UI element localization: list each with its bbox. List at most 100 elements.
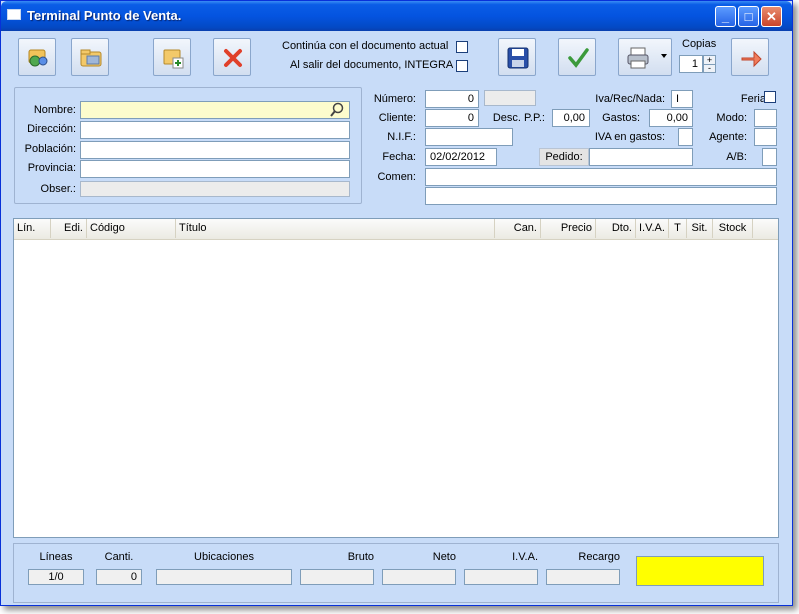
col-codigo[interactable]: Código bbox=[87, 219, 176, 238]
minimize-icon: _ bbox=[721, 9, 730, 24]
print-button[interactable] bbox=[618, 38, 672, 76]
close-button[interactable]: ✕ bbox=[761, 6, 782, 27]
nombre-label: Nombre: bbox=[33, 104, 76, 116]
gastos-field[interactable]: 0,00 bbox=[649, 109, 693, 127]
direccion-label: Dirección: bbox=[27, 123, 76, 135]
poblacion-label: Población: bbox=[24, 143, 76, 155]
direccion-input[interactable] bbox=[80, 121, 350, 139]
col-can[interactable]: Can. bbox=[495, 219, 541, 238]
col-iva[interactable]: I.V.A. bbox=[636, 219, 669, 238]
title-bar[interactable]: Terminal Punto de Venta. _ □ ✕ bbox=[1, 1, 792, 31]
ubicaciones-field bbox=[156, 569, 292, 585]
lineas-field: 1/0 bbox=[28, 569, 84, 585]
folder-icon bbox=[80, 49, 102, 67]
nombre-search-button[interactable] bbox=[329, 102, 349, 118]
nif-field[interactable] bbox=[425, 128, 513, 146]
ab-label: A/B: bbox=[726, 151, 747, 163]
provincia-input[interactable] bbox=[80, 160, 350, 178]
fecha-label: Fecha: bbox=[382, 151, 416, 163]
numero-suffix-field bbox=[484, 90, 536, 106]
iva-gastos-field[interactable] bbox=[678, 128, 693, 146]
fecha-field[interactable]: 02/02/2012 bbox=[425, 148, 497, 166]
search-client-button[interactable] bbox=[18, 38, 56, 76]
col-edi[interactable]: Edi. bbox=[51, 219, 87, 238]
nif-label: N.I.F.: bbox=[387, 131, 416, 143]
iva-label: I.V.A. bbox=[512, 551, 538, 563]
accept-button[interactable] bbox=[558, 38, 596, 76]
pedido-label: Pedido: bbox=[539, 148, 589, 166]
comen-label: Comen: bbox=[377, 171, 416, 183]
print-dropdown-icon[interactable] bbox=[661, 54, 667, 58]
option-integra-checkbox[interactable] bbox=[456, 60, 468, 72]
grid-header: Lín. Edi. Código Título Can. Precio Dto.… bbox=[14, 219, 778, 240]
cliente-label: Cliente: bbox=[378, 112, 416, 124]
agente-field[interactable] bbox=[754, 128, 777, 146]
delete-button[interactable] bbox=[213, 38, 251, 76]
save-icon bbox=[507, 47, 529, 69]
bruto-label: Bruto bbox=[347, 551, 374, 563]
accept-check-icon bbox=[568, 48, 589, 68]
col-precio[interactable]: Precio bbox=[541, 219, 596, 238]
cliente-field[interactable]: 0 bbox=[425, 109, 479, 127]
option-continue-label: Continúa con el documento actual bbox=[282, 40, 449, 52]
col-titulo[interactable]: Título bbox=[176, 219, 495, 238]
recargo-label: Recargo bbox=[578, 551, 620, 563]
totals-panel: Líneas 1/0 Canti. 0 Ubicaciones Bruto Ne… bbox=[13, 543, 779, 603]
delete-icon bbox=[224, 49, 242, 67]
iva-rec-field[interactable]: I bbox=[671, 90, 693, 108]
customer-panel: Nombre: Dirección: Población: Provincia:… bbox=[14, 87, 362, 204]
copies-field[interactable]: 1 bbox=[679, 55, 703, 73]
provincia-label: Provincia: bbox=[27, 162, 76, 174]
col-filler bbox=[753, 219, 778, 238]
option-integra-label: Al salir del documento, INTEGRA bbox=[290, 59, 454, 71]
comen-field-1[interactable] bbox=[425, 168, 777, 186]
feria-checkbox[interactable] bbox=[764, 91, 776, 103]
modo-label: Modo: bbox=[716, 112, 747, 124]
bruto-field bbox=[300, 569, 374, 585]
col-stock[interactable]: Stock bbox=[713, 219, 753, 238]
col-t[interactable]: T bbox=[669, 219, 687, 238]
minimize-button[interactable]: _ bbox=[715, 6, 736, 27]
lines-grid[interactable]: Lín. Edi. Código Título Can. Precio Dto.… bbox=[13, 218, 779, 538]
new-document-button[interactable] bbox=[153, 38, 191, 76]
comen-field-2[interactable] bbox=[425, 187, 777, 205]
gastos-label: Gastos: bbox=[602, 112, 640, 124]
lineas-label: Líneas bbox=[39, 551, 73, 563]
client-area: Continúa con el documento actual Al sali… bbox=[4, 31, 789, 603]
col-lin[interactable]: Lín. bbox=[14, 219, 51, 238]
neto-label: Neto bbox=[432, 551, 456, 563]
ubicaciones-label: Ubicaciones bbox=[194, 551, 254, 563]
option-continue-checkbox[interactable] bbox=[456, 41, 468, 53]
modo-field[interactable] bbox=[754, 109, 777, 127]
window-title: Terminal Punto de Venta. bbox=[27, 8, 182, 23]
iva-rec-label: Iva/Rec/Nada: bbox=[595, 93, 665, 105]
copies-label: Copias bbox=[682, 38, 717, 50]
iva-field bbox=[464, 569, 538, 585]
save-button[interactable] bbox=[498, 38, 536, 76]
obser-label: Obser.: bbox=[40, 183, 76, 195]
copies-stepper[interactable]: + - bbox=[703, 55, 716, 73]
obser-input[interactable] bbox=[80, 181, 350, 197]
col-dto[interactable]: Dto. bbox=[596, 219, 636, 238]
col-sit[interactable]: Sit. bbox=[687, 219, 713, 238]
pedido-field[interactable] bbox=[589, 148, 693, 166]
desc-pp-field[interactable]: 0,00 bbox=[552, 109, 590, 127]
exit-button[interactable] bbox=[731, 38, 769, 76]
exit-arrow-icon bbox=[741, 50, 762, 68]
ab-field[interactable] bbox=[762, 148, 777, 166]
new-document-icon bbox=[163, 49, 184, 69]
main-window: Terminal Punto de Venta. _ □ ✕ Continúa … bbox=[0, 0, 793, 606]
canti-label: Canti. bbox=[104, 551, 134, 563]
maximize-button[interactable]: □ bbox=[738, 6, 759, 27]
recargo-field bbox=[546, 569, 620, 585]
copies-down-icon[interactable]: - bbox=[704, 64, 715, 73]
nombre-input[interactable] bbox=[80, 101, 350, 119]
total-display bbox=[636, 556, 764, 586]
search-client-icon bbox=[28, 49, 48, 67]
agente-label: Agente: bbox=[709, 131, 747, 143]
open-folder-button[interactable] bbox=[71, 38, 109, 76]
maximize-icon: □ bbox=[744, 9, 753, 24]
numero-field[interactable]: 0 bbox=[425, 90, 479, 108]
numero-label: Número: bbox=[373, 93, 416, 105]
poblacion-input[interactable] bbox=[80, 141, 350, 159]
